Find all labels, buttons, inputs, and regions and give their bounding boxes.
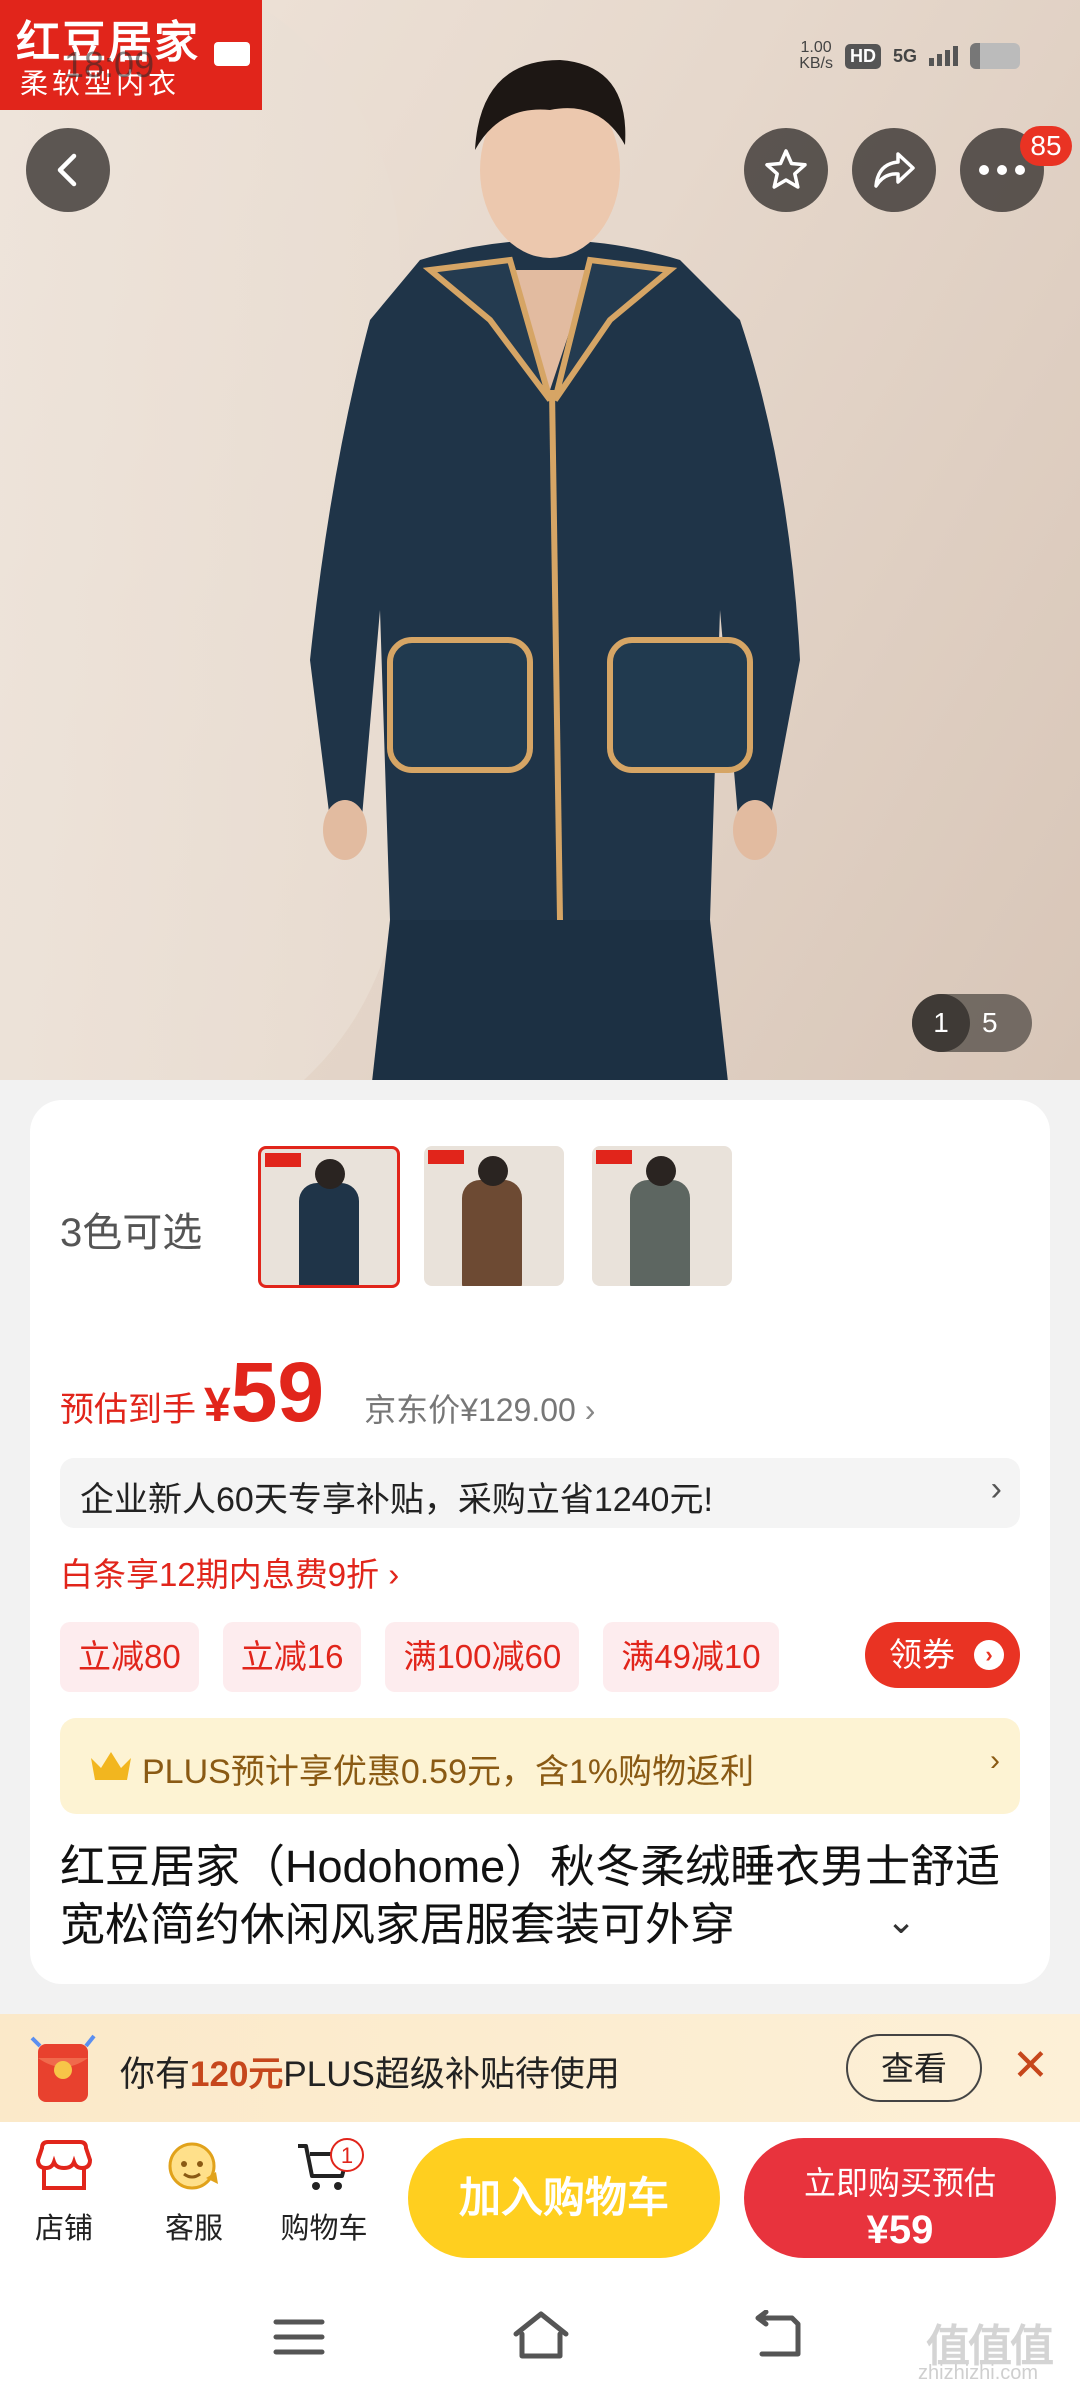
thumbnail-model-head [315,1159,345,1189]
chevron-right-icon: › [388,1556,400,1593]
shop-tab[interactable]: 店铺 [4,2138,124,2247]
subsidy-text: 企业新人60天专享补贴，采购立省1240元! [80,1481,713,1519]
gallery-total-pages: 5 [982,1007,998,1038]
battery-icon [970,43,1020,69]
more-dots-icon [979,165,1025,175]
price-row: 预估到手 ¥ 59 京东价¥129.00 › [60,1350,595,1434]
shop-icon [35,2140,93,2190]
chevron-right-icon: › [990,1470,1002,1508]
customer-service-icon [168,2142,218,2190]
customer-service-label: 客服 [164,2213,223,2245]
buy-now-button[interactable]: 立即购买预估 ¥59 [744,2138,1056,2258]
thumbnail-brand-tag [596,1150,632,1164]
baitiao-installment-link[interactable]: 白条享12期内息费9折 › [60,1548,399,1596]
buy-now-label: 立即购买预估 [803,2165,996,2201]
close-icon[interactable]: ✕ [1012,2040,1049,2091]
plus-benefit-text: PLUS预计享优惠0.59元，含1%购物返利 [142,1753,755,1791]
thumbnail-garment [630,1180,690,1286]
share-icon [874,152,915,188]
net-speed-unit: KB/s [799,55,833,72]
jd-price-text: 京东价¥129.00 [364,1392,576,1428]
message-count-badge: 85 [1020,126,1072,166]
shop-label: 店铺 [34,2213,93,2245]
chevron-right-icon: › [990,1744,1000,1777]
coupon-chip[interactable]: 立减16 [222,1622,362,1692]
back-nav-icon[interactable] [752,2310,806,2358]
back-button[interactable] [26,128,110,212]
network-type: 5G [892,45,917,66]
product-title: 红豆居家（Hodohome）秋冬柔绒睡衣男士舒适宽松简约休闲风家居服套装可外穿 [60,1841,1001,1950]
status-time: 18:09 [64,44,155,85]
promo-amount: 120元 [190,2055,284,2094]
gallery-page-indicator: 1 5 [912,994,1032,1052]
status-icons: 1.00 KB/s HD 5G [799,40,1020,72]
brand-mini-logo [214,42,250,66]
color-thumbnail-gray[interactable] [592,1146,732,1286]
claim-coupon-label: 领券 [889,1636,955,1673]
thumbnail-garment [462,1180,522,1286]
thumbnail-brand-tag [428,1150,464,1164]
share-button[interactable] [852,128,936,212]
baitiao-text: 白条享12期内息费9折 [60,1556,380,1593]
back-arrow-icon [57,153,77,187]
plus-subsidy-promo: 你有120元PLUS超级补贴待使用 查看 ✕ [0,2014,1080,2122]
chevron-right-icon: › [974,1640,1004,1670]
currency-symbol: ¥ [204,1379,231,1432]
customer-service-tab[interactable]: 客服 [134,2138,254,2247]
color-thumbnail-navy[interactable] [258,1146,400,1288]
enterprise-subsidy-banner[interactable]: 企业新人60天专享补贴，采购立省1240元! › [60,1458,1020,1528]
product-image-gallery[interactable]: 红豆居家 柔软型内衣 18:09 1.00 KB/s HD 5G 85 1 5 [0,0,1080,1080]
thumbnail-model-head [478,1156,508,1186]
bottom-action-bar: 店铺 客服 1 购物车 加入购物车 立即购买预估 ¥59 [0,2122,1080,2270]
hd-icon: HD [844,43,881,69]
chevron-right-icon: › [584,1392,596,1428]
crown-icon [91,1752,131,1780]
home-icon[interactable] [510,2308,572,2362]
product-info-card: 3色可选 预估到手 ¥ 59 京东价¥129.00 › 企业新人60天专享补贴，… [30,1100,1050,1984]
color-count-label: 3色可选 [60,1211,203,1255]
favorite-button[interactable] [744,128,828,212]
cart-label: 购物车 [280,2213,368,2245]
plus-benefit-bar[interactable]: PLUS预计享优惠0.59元，含1%购物返利 › [60,1718,1020,1814]
star-icon [765,149,807,189]
coupon-chip[interactable]: 满100减60 [385,1622,580,1692]
gallery-current-page: 1 [912,994,970,1052]
coupon-list: 立减80 立减16 满100减60 满49减10 [60,1622,779,1692]
plus-subsidy-text: 你有120元PLUS超级补贴待使用 [120,2046,620,2097]
buy-now-price: ¥59 [866,2208,934,2252]
signal-icon [929,46,958,66]
view-subsidy-button[interactable]: 查看 [846,2034,982,2102]
estimated-price-label: 预估到手 [60,1391,196,1429]
jd-price-link[interactable]: 京东价¥129.00 › [364,1385,595,1431]
expand-title-icon[interactable]: ⌄ [886,1900,916,1942]
estimated-price: 59 [230,1345,325,1439]
watermark-url: zhizhizhi.com [918,2362,1039,2384]
coupon-chip[interactable]: 立减80 [60,1622,199,1692]
cart-count-badge: 1 [330,2138,364,2172]
thumbnail-garment [299,1183,359,1285]
color-thumbnail-brown[interactable] [424,1146,564,1286]
coupon-chip[interactable]: 满49减10 [603,1622,779,1692]
promo-text-pre: 你有 [120,2055,191,2094]
net-speed-value: 1.00 [800,39,832,56]
cart-tab[interactable]: 1 购物车 [264,2138,384,2247]
thumbnail-model-head [646,1156,676,1186]
add-to-cart-button[interactable]: 加入购物车 [408,2138,720,2258]
claim-coupon-button[interactable]: 领券 › [865,1622,1020,1688]
promo-text-post: PLUS超级补贴待使用 [283,2055,620,2094]
thumbnail-brand-tag [265,1153,301,1167]
red-envelope-icon [30,2034,96,2102]
network-speed: 1.00 KB/s [799,40,833,72]
menu-icon[interactable] [272,2316,326,2358]
